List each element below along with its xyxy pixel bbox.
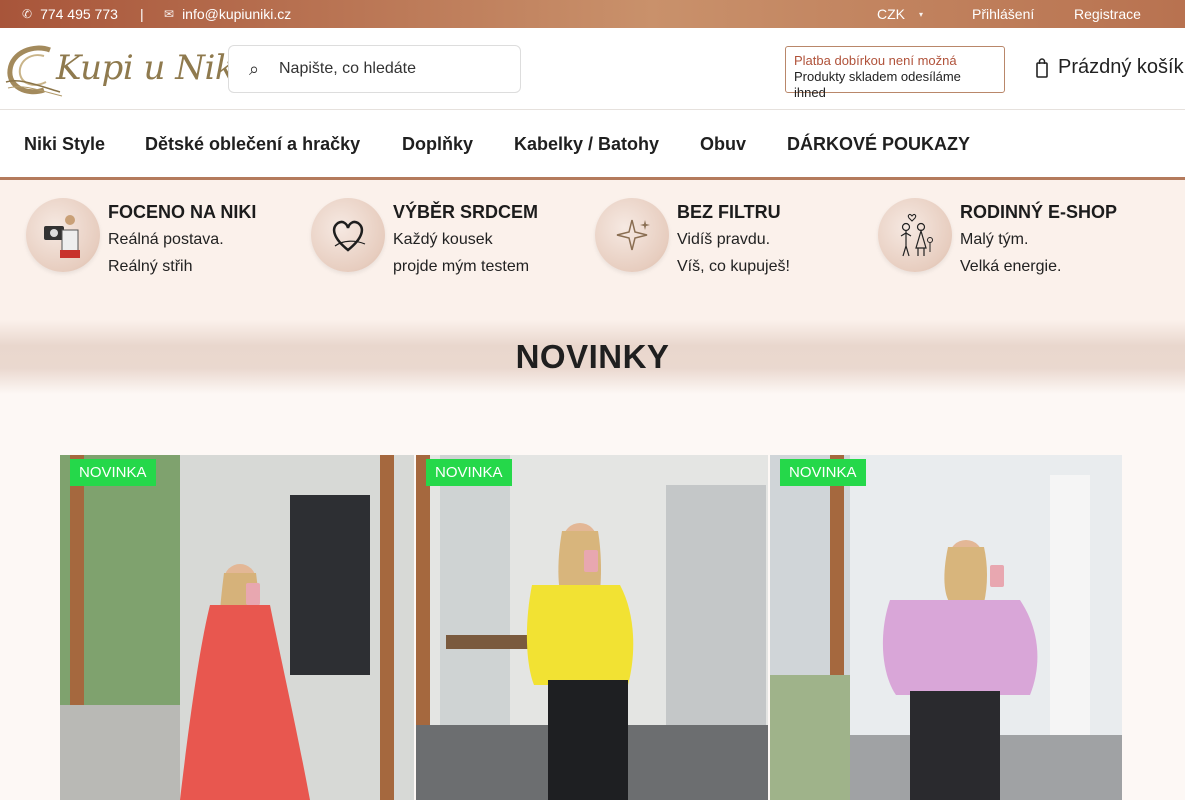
feature-text-1: Reálná postava. [108, 231, 224, 248]
main-navigation: Niki Style Dětské oblečení a hračky Dopl… [0, 110, 1185, 180]
search-box: ⌕ [228, 45, 521, 93]
product-carousel: NOVINKA NOVINKA NOVINKA [56, 455, 1128, 800]
product-card[interactable]: NOVINKA [60, 455, 414, 800]
feature-title: VÝBĚR SRDCEM [393, 202, 539, 222]
new-badge: NOVINKA [70, 459, 156, 486]
family-icon [878, 198, 952, 272]
feature-title: BEZ FILTRU [677, 202, 781, 222]
top-bar: ✆ 774 495 773 | ✉ info@kupiuniki.cz CZK … [0, 0, 1185, 28]
login-link[interactable]: Přihlášení [972, 6, 1034, 22]
cart-button[interactable]: Prázdný košík [1036, 56, 1184, 79]
chevron-down-icon: ▾ [919, 9, 924, 19]
cart-label: Prázdný košík [1058, 56, 1184, 78]
feature-title: FOCENO NA NIKI [108, 202, 257, 222]
mail-icon: ✉ [164, 7, 175, 21]
feature-text-2: projde mým testem [393, 258, 530, 275]
feature-title: RODINNÝ E-SHOP [960, 202, 1118, 222]
phone-number[interactable]: 774 495 773 [40, 6, 118, 22]
email-contact[interactable]: ✉ info@kupiuniki.cz [164, 6, 291, 22]
feature-text-1: Malý tým. [960, 231, 1029, 248]
product-card[interactable]: NOVINKA [770, 455, 1122, 800]
page-edge [1185, 0, 1200, 800]
nav-item-bags[interactable]: Kabelky / Batohy [514, 134, 659, 155]
features-strip: FOCENO NA NIKI Reálná postava. Reálný st… [0, 180, 1185, 320]
feature-text-1: Každý kousek [393, 231, 493, 248]
nav-item-shoes[interactable]: Obuv [700, 134, 746, 155]
notice-stock: Produkty skladem odesíláme ihned [794, 69, 961, 100]
contact-separator: | [140, 6, 144, 22]
cart-icon [1036, 57, 1048, 78]
feature-family: RODINNÝ E-SHOP Malý tým. Velká energie. [878, 198, 1158, 298]
feature-text-1: Vidíš pravdu. [677, 231, 771, 248]
currency-label: CZK [877, 6, 905, 22]
shipping-notice: Platba dobírkou není možná Produkty skla… [785, 46, 1005, 100]
feature-text-2: Reálný střih [108, 258, 193, 275]
site-logo[interactable]: Kupi u Niki [4, 42, 246, 98]
feature-text-2: Víš, co kupuješ! [677, 258, 790, 275]
feature-no-filter: BEZ FILTRU Vidíš pravdu. Víš, co kupuješ… [595, 198, 875, 298]
logo-text: Kupi u Niki [56, 48, 246, 88]
feature-text-2: Velká energie. [960, 258, 1062, 275]
heart-icon [311, 198, 385, 272]
nav-item-gift-vouchers[interactable]: DÁRKOVÉ POUKAZY [787, 134, 970, 155]
phone-icon: ✆ [22, 7, 33, 21]
new-badge: NOVINKA [780, 459, 866, 486]
feature-heart: VÝBĚR SRDCEM Každý kousek projde mým tes… [311, 198, 591, 298]
notice-cod: Platba dobírkou není možná [794, 53, 957, 68]
logo-swirl-icon [5, 45, 63, 97]
feature-photos: FOCENO NA NIKI Reálná postava. Reálný st… [26, 198, 306, 298]
section-header: NOVINKY [0, 320, 1185, 394]
camera-icon [26, 198, 100, 272]
email-address[interactable]: info@kupiuniki.cz [182, 6, 291, 22]
search-input[interactable] [279, 60, 509, 78]
nav-item-accessories[interactable]: Doplňky [402, 134, 473, 155]
search-icon[interactable]: ⌕ [229, 59, 279, 80]
sparkle-icon [595, 198, 669, 272]
section-title: NOVINKY [515, 338, 670, 375]
currency-selector[interactable]: CZK ▾ [877, 6, 923, 22]
phone-contact[interactable]: ✆ 774 495 773 [22, 6, 118, 22]
new-badge: NOVINKA [426, 459, 512, 486]
product-card[interactable]: NOVINKA [416, 455, 768, 800]
header: Kupi u Niki ⌕ Platba dobírkou není možná… [0, 28, 1185, 110]
product-photo[interactable] [770, 455, 1122, 800]
nav-item-niki-style[interactable]: Niki Style [24, 134, 105, 155]
product-photo[interactable] [60, 455, 414, 800]
register-link[interactable]: Registrace [1074, 6, 1141, 22]
nav-item-kids[interactable]: Dětské oblečení a hračky [145, 134, 360, 155]
product-photo[interactable] [416, 455, 768, 800]
